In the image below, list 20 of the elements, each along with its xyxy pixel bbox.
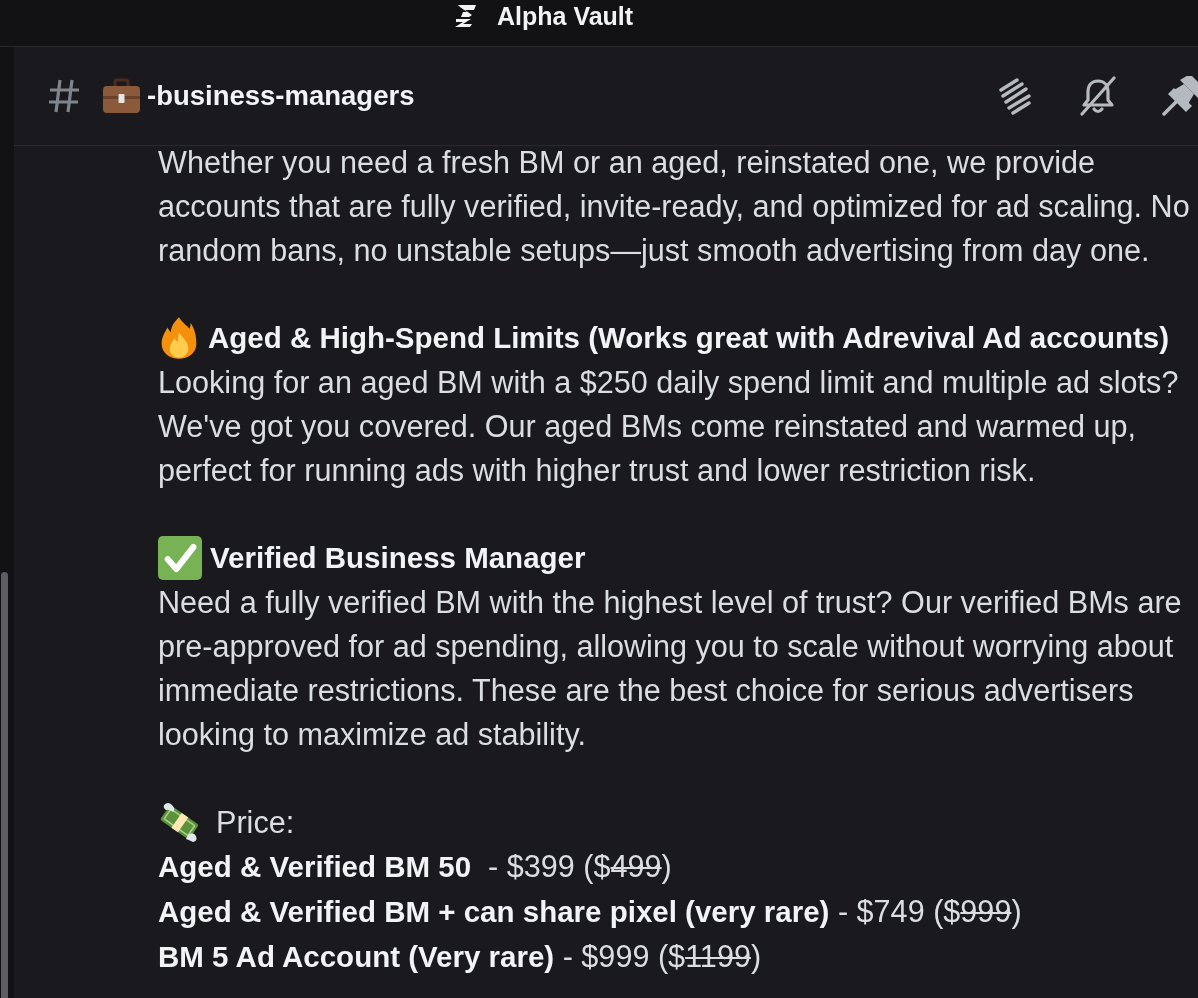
server-title: Alpha Vault (497, 1, 634, 31)
section-heading: Verified Business Manager (210, 540, 586, 576)
price-line: Aged & Verified BM 50 - $399 ($499) (158, 848, 673, 886)
scrollbar-thumb[interactable] (1, 572, 8, 998)
message-paragraph: Whether you need a fresh BM or an aged, reinstated one, we provide accounts that are fully verified, invite-ready, and optimized for ad scaling. No random bans, no unstable setups—just smooth advertising from day one. (158, 144, 1191, 270)
check-mark-icon (158, 536, 202, 580)
logo-icon (455, 4, 477, 28)
price-line: BM 5 Ad Account (Very rare) - $999 ($1199) (158, 938, 763, 976)
price-label: Price: (216, 804, 295, 841)
message-paragraph: Looking for an aged BM with a $250 daily spend limit and multiple ad slots? We've got you covered. Our aged BMs come reinstated and warmed up, perfect for running ads with higher trust and lower restriction risk. (158, 364, 1180, 490)
pin-icon[interactable] (1160, 76, 1198, 116)
message-paragraph: Need a fully verified BM with the highest level of trust? Our verified BMs are pre-approved for ad spending, allowing you to scale without worrying about immediate restrictions. These are the best choice for serious advertisers looking to maximize ad stability. (158, 584, 1183, 754)
section-heading: Aged & High-Spend Limits (Works great with Adrevival Ad accounts) (208, 320, 1170, 356)
channel-name: -business-managers (147, 80, 415, 112)
diagonal-lines-icon[interactable] (997, 76, 1033, 116)
money-wings-icon (158, 801, 201, 843)
briefcase-icon (102, 77, 141, 115)
hash-icon (48, 78, 80, 114)
muted-bell-icon[interactable] (1078, 76, 1118, 116)
price-line: Aged & Verified BM + can share pixel (very rare) - $749 ($999) (158, 893, 1023, 931)
